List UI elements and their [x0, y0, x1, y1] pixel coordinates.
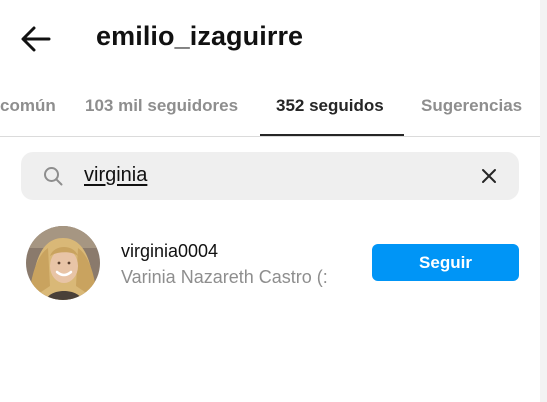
- follow-tabs: común 103 mil seguidores 352 seguidos Su…: [0, 78, 540, 137]
- follow-button[interactable]: Seguir: [372, 244, 519, 281]
- tab-following[interactable]: 352 seguidos: [276, 96, 384, 116]
- avatar[interactable]: [26, 226, 100, 300]
- tab-suggestions[interactable]: Sugerencias: [421, 96, 522, 116]
- result-full-name: Varinia Nazareth Castro (:: [121, 267, 328, 287]
- back-button[interactable]: [18, 22, 54, 56]
- search-icon: [44, 167, 63, 186]
- scrollbar-track[interactable]: [540, 0, 547, 402]
- tab-followers[interactable]: 103 mil seguidores: [85, 96, 238, 116]
- profile-photo-icon: [26, 226, 100, 300]
- close-icon: [482, 169, 496, 183]
- arrow-left-icon: [21, 26, 51, 52]
- search-input[interactable]: virginia: [21, 152, 519, 200]
- result-username[interactable]: virginia0004: [121, 241, 218, 262]
- clear-search-button[interactable]: [481, 168, 497, 184]
- top-header: emilio_izaguirre: [0, 0, 540, 78]
- active-tab-indicator: [260, 134, 404, 136]
- profile-username-title: emilio_izaguirre: [96, 21, 304, 51]
- tab-mutual[interactable]: común: [0, 96, 56, 116]
- search-query-text[interactable]: virginia: [84, 164, 147, 187]
- list-item[interactable]: virginia0004 Varinia Nazareth Castro (: …: [0, 222, 540, 306]
